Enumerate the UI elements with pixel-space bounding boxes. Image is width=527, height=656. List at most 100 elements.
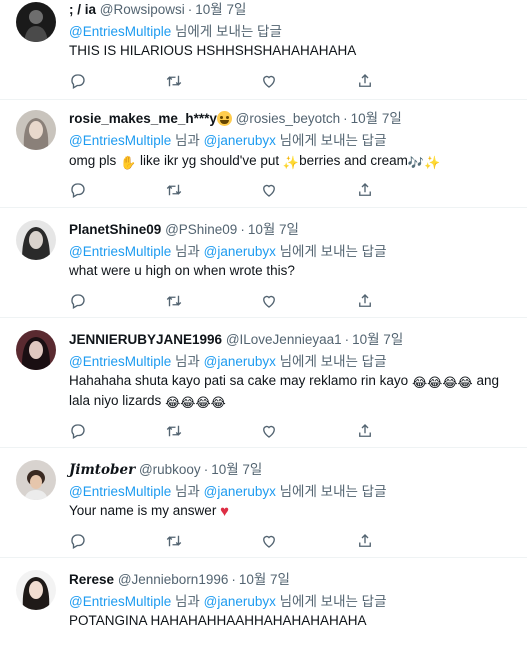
tweet-text-part: omg pls: [69, 153, 117, 168]
tweet-text: what were u high on when wrote this?: [69, 263, 295, 278]
reply-icon[interactable]: [69, 72, 87, 90]
reply-suffix: 님에게 보내는 답글: [279, 133, 387, 148]
display-name[interactable]: JENNIERUBYJANE1996: [69, 332, 222, 347]
reply-mid: 님과: [175, 484, 200, 499]
avatar[interactable]: [16, 460, 56, 500]
tweet-date[interactable]: 10월 7일: [352, 332, 403, 347]
user-handle[interactable]: @PShine09: [165, 222, 237, 237]
more-icon[interactable]: [503, 6, 521, 24]
avatar[interactable]: [16, 2, 56, 42]
tweet[interactable]: Rerese @Jennieborn1996 · 10월 7일 @EntriesMu…: [0, 558, 527, 656]
user-handle[interactable]: @ILoveJennieyaa1: [226, 332, 342, 347]
reply-icon[interactable]: [69, 181, 87, 199]
mention-link[interactable]: @EntriesMultiple: [69, 133, 171, 148]
reply-suffix: 님에게 보내는 답글: [175, 24, 282, 39]
share-icon[interactable]: [356, 532, 374, 550]
grinning-sweat-emoji: [216, 111, 232, 126]
avatar[interactable]: [16, 570, 56, 610]
mention-link[interactable]: @janerubyx: [204, 484, 276, 499]
like-icon[interactable]: [260, 181, 278, 199]
reply-icon[interactable]: [69, 422, 87, 440]
retweet-icon[interactable]: [165, 292, 183, 310]
like-icon[interactable]: [260, 422, 278, 440]
avatar[interactable]: [16, 330, 56, 370]
retweet-icon[interactable]: [165, 422, 183, 440]
tweet[interactable]: ; / ia @Rowsipowsi · 10월 7일 @EntriesMultip…: [0, 0, 527, 100]
share-icon[interactable]: [356, 181, 374, 199]
tweet-text: Hahahaha shuta kayo pati sa cake may rek…: [69, 370, 499, 392]
mention-link[interactable]: @janerubyx: [204, 354, 276, 369]
mention-link[interactable]: @EntriesMultiple: [69, 24, 171, 39]
tweet-actions: [69, 292, 519, 310]
tweet-text-part: Hahahaha shuta kayo pati sa cake may rek…: [69, 373, 409, 388]
tweet-header: PlanetShine09 @PShine09 · 10월 7일: [69, 221, 299, 239]
tweet-text: POTANGINA HAHAHAHHAAHHAHAHAHAHAHA: [69, 613, 367, 628]
retweet-icon[interactable]: [165, 72, 183, 90]
avatar[interactable]: [16, 220, 56, 260]
tweet-actions: [69, 422, 519, 440]
mention-link[interactable]: @EntriesMultiple: [69, 484, 171, 499]
reply-context: @EntriesMultiple 님과 @janerubyx 님에게 보내는 답…: [69, 243, 387, 261]
display-name[interactable]: 𝑱𝒊𝒎𝒕𝒐𝒃𝒆𝒓: [69, 462, 135, 477]
separator-dot: ·: [231, 572, 236, 587]
tweet-text-part: ang: [476, 373, 500, 388]
mention-link[interactable]: @EntriesMultiple: [69, 354, 171, 369]
tweet-text-part: berries and cream: [299, 153, 408, 168]
tweet-text: omg pls ✋ like ikr yg should've put ✨ber…: [69, 150, 440, 172]
user-handle[interactable]: @Jennieborn1996: [118, 572, 229, 587]
retweet-icon[interactable]: [165, 532, 183, 550]
joy-emoji: 😂😂😂😂: [411, 375, 473, 390]
mention-link[interactable]: @janerubyx: [204, 244, 276, 259]
reply-icon[interactable]: [69, 292, 87, 310]
share-icon[interactable]: [356, 72, 374, 90]
reply-context: @EntriesMultiple 님과 @janerubyx 님에게 보내는 답…: [69, 483, 387, 501]
display-name[interactable]: Rerese: [69, 572, 114, 587]
reply-context: @EntriesMultiple 님과 @janerubyx 님에게 보내는 답…: [69, 593, 387, 611]
reply-icon[interactable]: [69, 532, 87, 550]
tweet[interactable]: JENNIERUBYJANE1996 @ILoveJennieyaa1 · 10월 …: [0, 318, 527, 448]
sparkles-emoji: ✨: [424, 155, 441, 170]
tweet-date[interactable]: 10월 7일: [195, 2, 246, 17]
tweet[interactable]: PlanetShine09 @PShine09 · 10월 7일 @EntriesM…: [0, 208, 527, 318]
reply-context: @EntriesMultiple 님에게 보내는 답글: [69, 23, 282, 41]
tweet-text: lala niyo lizards 😂😂😂😂: [69, 390, 226, 412]
mention-link[interactable]: @EntriesMultiple: [69, 244, 171, 259]
tweet[interactable]: rosie_makes_me_h***y @rosies_beyotch · 10월…: [0, 100, 527, 208]
share-icon[interactable]: [356, 422, 374, 440]
tweet-date[interactable]: 10월 7일: [351, 111, 402, 126]
user-handle[interactable]: @Rowsipowsi: [100, 2, 185, 17]
reply-suffix: 님에게 보내는 답글: [279, 244, 387, 259]
reply-feed: ; / ia @Rowsipowsi · 10월 7일 @EntriesMultip…: [0, 0, 527, 656]
tweet-actions: [69, 181, 519, 199]
reply-context: @EntriesMultiple 님과 @janerubyx 님에게 보내는 답…: [69, 132, 387, 150]
tweet[interactable]: 𝑱𝒊𝒎𝒕𝒐𝒃𝒆𝒓 @rubkooy · 10월 7일 @EntriesMultipl…: [0, 448, 527, 558]
user-handle[interactable]: @rosies_beyotch: [236, 111, 341, 126]
sparkles-emoji: ✨: [282, 155, 300, 170]
mention-link[interactable]: @janerubyx: [204, 133, 276, 148]
reply-mid: 님과: [175, 354, 200, 369]
like-icon[interactable]: [260, 532, 278, 550]
separator-dot: ·: [187, 2, 193, 17]
reply-context: @EntriesMultiple 님과 @janerubyx 님에게 보내는 답…: [69, 353, 387, 371]
tweet-date[interactable]: 10월 7일: [239, 572, 290, 587]
mention-link[interactable]: @EntriesMultiple: [69, 594, 171, 609]
display-name[interactable]: rosie_makes_me_h***y: [69, 111, 217, 126]
tweet-text-part: like ikr yg should've put: [140, 153, 280, 168]
tweet-date[interactable]: 10월 7일: [211, 462, 262, 477]
tweet-header: ; / ia @Rowsipowsi · 10월 7일: [69, 1, 246, 19]
display-name[interactable]: ; / ia: [69, 2, 96, 17]
user-handle[interactable]: @rubkooy: [139, 462, 201, 477]
like-icon[interactable]: [260, 292, 278, 310]
separator-dot: ·: [344, 332, 350, 347]
like-icon[interactable]: [260, 72, 278, 90]
display-name[interactable]: PlanetShine09: [69, 222, 161, 237]
tweet-actions: [69, 532, 519, 550]
tweet-date[interactable]: 10월 7일: [248, 222, 299, 237]
tweet-header: 𝑱𝒊𝒎𝒕𝒐𝒃𝒆𝒓 @rubkooy · 10월 7일: [69, 461, 262, 479]
avatar[interactable]: [16, 110, 56, 150]
retweet-icon[interactable]: [165, 181, 183, 199]
share-icon[interactable]: [356, 292, 374, 310]
reply-suffix: 님에게 보내는 답글: [279, 594, 387, 609]
separator-dot: ·: [203, 462, 209, 477]
mention-link[interactable]: @janerubyx: [204, 594, 276, 609]
